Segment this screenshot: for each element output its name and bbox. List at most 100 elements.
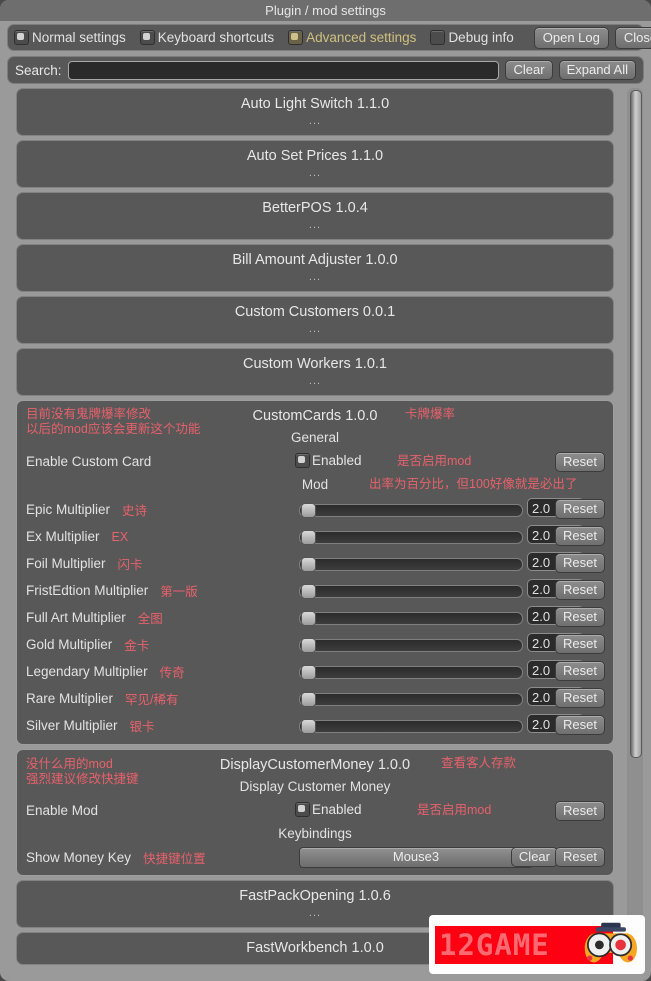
annotation-gold-multiplier: 金卡	[124, 639, 150, 653]
setting-row-enable-custom-card: Enable Custom Card Enabled 是否启用mod Reset	[17, 449, 613, 474]
setting-label: Full Art Multiplier	[26, 610, 126, 625]
reset-button-silver-multiplier[interactable]: Reset	[555, 715, 605, 735]
tab-advanced-settings[interactable]: Advanced settings	[288, 30, 416, 45]
search-row: Search: Clear Expand All	[7, 56, 644, 84]
slider-knob[interactable]	[301, 557, 316, 572]
mod-card-auto-light-switch[interactable]: Auto Light Switch 1.1.0 ...	[16, 88, 614, 136]
group-header-mod: Mod 出率为百分比，但100好像就是必出了	[17, 474, 613, 496]
annotation-enable-mod: 是否启用mod	[417, 803, 492, 817]
setting-row-enable-mod: Enable Mod Enabled 是否启用mod Reset	[17, 798, 613, 823]
radio-icon-debug-info	[430, 30, 446, 45]
slider-ex-multiplier[interactable]	[299, 530, 523, 545]
group-header-general: General	[17, 427, 613, 449]
setting-label: Show Money Key	[26, 850, 132, 865]
mod-card-auto-set-prices[interactable]: Auto Set Prices 1.1.0 ...	[16, 140, 614, 188]
mod-card-bill-amount-adjuster[interactable]: Bill Amount Adjuster 1.0.0 ...	[16, 244, 614, 292]
mod-section-title-customcards[interactable]: CustomCards 1.0.0 卡牌爆率	[17, 405, 613, 427]
close-button[interactable]: Close	[614, 26, 651, 49]
reset-button-epic-multiplier[interactable]: Reset	[555, 499, 605, 519]
keybinding-button-show-money-key[interactable]: Mouse3	[299, 847, 533, 868]
slider-row-full-art-multiplier: Full Art Multiplier 全图 2.0 Reset	[17, 604, 613, 631]
slider-silver-multiplier[interactable]	[299, 719, 523, 734]
enabled-label: Enabled	[312, 453, 362, 468]
slider-frist-edtion-multiplier[interactable]	[299, 584, 523, 599]
search-label: Search:	[15, 62, 62, 78]
setting-label: Epic Multiplier	[26, 502, 111, 517]
slider-row-gold-multiplier: Gold Multiplier 金卡 2.0 Reset	[17, 631, 613, 658]
tab-debug-info[interactable]: Debug info	[430, 30, 514, 45]
reset-button-legendary-multiplier[interactable]: Reset	[555, 661, 605, 681]
tab-normal-settings[interactable]: Normal settings	[14, 30, 126, 45]
slider-knob[interactable]	[301, 584, 316, 599]
setting-label: Foil Multiplier	[26, 556, 106, 571]
slider-row-silver-multiplier: Silver Multiplier 银卡 2.0 Reset	[17, 712, 613, 739]
slider-row-ex-multiplier: Ex Multiplier EX 2.0 Reset	[17, 523, 613, 550]
annotation-epic-multiplier: 史诗	[122, 504, 148, 518]
slider-knob[interactable]	[301, 638, 316, 653]
setting-label: Enable Mod	[26, 803, 99, 818]
vertical-scrollbar[interactable]	[627, 88, 643, 972]
slider-gold-multiplier[interactable]	[299, 638, 523, 653]
reset-button-rare-multiplier[interactable]: Reset	[555, 688, 605, 708]
group-header-mod-label: Mod	[301, 477, 329, 492]
checkbox-icon-enabled	[295, 802, 310, 817]
tab-normal-settings-label: Normal settings	[32, 30, 126, 45]
slider-full-art-multiplier[interactable]	[299, 611, 523, 626]
reset-button-enable-custom-card[interactable]: Reset	[555, 452, 605, 472]
setting-label: Rare Multiplier	[26, 691, 114, 706]
tab-keyboard-shortcuts[interactable]: Keyboard shortcuts	[139, 30, 274, 45]
slider-knob[interactable]	[301, 530, 316, 545]
annotation-legendary-multiplier: 传奇	[159, 666, 185, 680]
reset-button-frist-edtion-multiplier[interactable]: Reset	[555, 580, 605, 600]
slider-knob[interactable]	[301, 719, 316, 734]
setting-label: Ex Multiplier	[26, 529, 100, 544]
setting-label: Silver Multiplier	[26, 718, 118, 733]
enabled-checkbox-display-money[interactable]: Enabled	[295, 802, 362, 817]
enabled-label: Enabled	[312, 802, 362, 817]
mod-card-custom-workers[interactable]: Custom Workers 1.0.1 ...	[16, 348, 614, 396]
slider-knob[interactable]	[301, 611, 316, 626]
slider-epic-multiplier[interactable]	[299, 503, 523, 518]
setting-label: Gold Multiplier	[26, 637, 113, 652]
slider-legendary-multiplier[interactable]	[299, 665, 523, 680]
slider-rare-multiplier[interactable]	[299, 692, 523, 707]
annotation-mod-header: 出率为百分比，但100好像就是必出了	[369, 477, 578, 491]
mod-list: Auto Light Switch 1.1.0 ... Auto Set Pri…	[7, 88, 624, 969]
enabled-checkbox-custom-card[interactable]: Enabled	[295, 453, 362, 468]
mod-list-scrollarea: Auto Light Switch 1.1.0 ... Auto Set Pri…	[7, 88, 644, 972]
slider-knob[interactable]	[301, 665, 316, 680]
reset-button-enable-mod[interactable]: Reset	[555, 801, 605, 821]
open-log-button[interactable]: Open Log	[533, 26, 609, 49]
annotation-customcards-title: 卡牌爆率	[405, 407, 456, 421]
reset-button-foil-multiplier[interactable]: Reset	[555, 553, 605, 573]
reset-button-gold-multiplier[interactable]: Reset	[555, 634, 605, 654]
mod-dots: ...	[308, 375, 322, 387]
reset-button-full-art-multiplier[interactable]: Reset	[555, 607, 605, 627]
slider-foil-multiplier[interactable]	[299, 557, 523, 572]
setting-label: Enable Custom Card	[26, 454, 152, 469]
search-clear-button[interactable]: Clear	[505, 60, 553, 80]
slider-row-rare-multiplier: Rare Multiplier 罕见/稀有 2.0 Reset	[17, 685, 613, 712]
mod-card-custom-customers[interactable]: Custom Customers 0.0.1 ...	[16, 296, 614, 344]
expand-all-button[interactable]: Expand All	[558, 60, 636, 80]
tab-advanced-settings-label: Advanced settings	[306, 30, 417, 45]
scrollbar-thumb[interactable]	[630, 90, 642, 758]
slider-knob[interactable]	[301, 692, 316, 707]
reset-button-show-money-key[interactable]: Reset	[555, 847, 605, 867]
mod-title: Auto Light Switch 1.1.0	[240, 96, 390, 112]
mod-card-betterpos[interactable]: BetterPOS 1.0.4 ...	[16, 192, 614, 240]
search-input[interactable]	[67, 60, 500, 80]
annotation-foil-multiplier: 闪卡	[117, 558, 143, 572]
mod-title: FastPackOpening 1.0.6	[239, 888, 391, 904]
setting-label: Legendary Multiplier	[26, 664, 148, 679]
mod-title: Bill Amount Adjuster 1.0.0	[232, 252, 398, 268]
mod-dots: ...	[308, 115, 322, 127]
mod-section-title-displaycustomermoney[interactable]: DisplayCustomerMoney 1.0.0 查看客人存款	[17, 754, 613, 776]
slider-row-foil-multiplier: Foil Multiplier 闪卡 2.0 Reset	[17, 550, 613, 577]
annotation-show-money-key: 快捷键位置	[143, 852, 206, 866]
mod-title: DisplayCustomerMoney 1.0.0	[219, 757, 411, 773]
reset-button-ex-multiplier[interactable]: Reset	[555, 526, 605, 546]
tab-debug-info-label: Debug info	[448, 30, 514, 45]
slider-knob[interactable]	[301, 503, 316, 518]
clear-button-show-money-key[interactable]: Clear	[510, 847, 558, 867]
